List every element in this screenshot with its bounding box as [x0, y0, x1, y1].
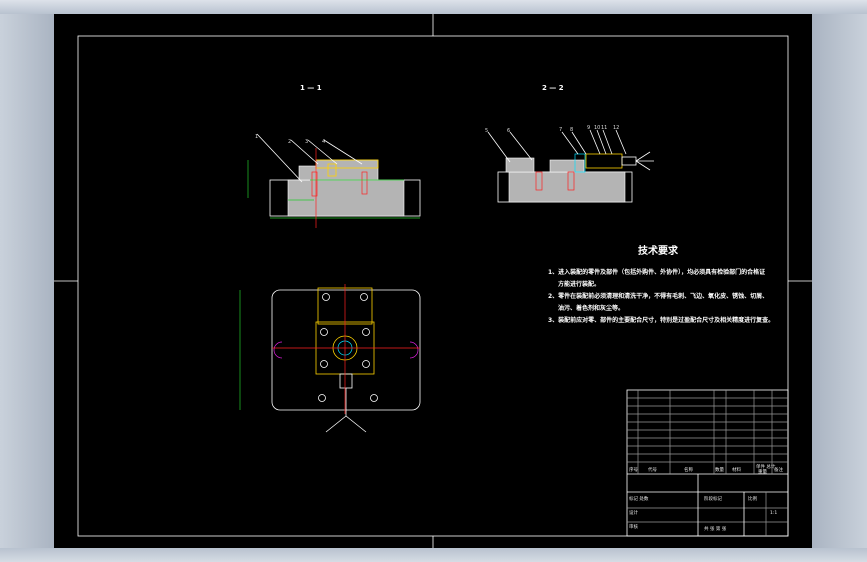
window-bezel-bottom: [0, 548, 867, 562]
side-handle-upper: [635, 151, 651, 162]
side-handle-lower: [635, 160, 651, 171]
technical-requirements: 技术要求 1、进入装配的零件及部件（包括外购件、外协件），均必须具有检验部门的合…: [548, 244, 774, 324]
window-bezel-left: [0, 14, 54, 562]
col-code: 代号: [648, 466, 657, 473]
side-screw-thread: [621, 156, 637, 166]
balloon-3: 3: [305, 139, 308, 145]
side-mid-block: [549, 159, 585, 173]
top-handle-left: [325, 415, 347, 433]
section-label-b: 2 — 2: [542, 84, 564, 92]
top-handle-right: [345, 415, 367, 433]
front-clamp-block: [315, 159, 379, 181]
top-left-slot: [273, 341, 283, 359]
notes-title: 技术要求: [638, 244, 679, 257]
balloon-7: 7: [559, 127, 562, 133]
note-line-1: 1、进入装配的零件及部件（包括外购件、外协件），均必须具有检验部门的合格证: [548, 268, 765, 276]
drawing-sheet: 1 — 1 2 — 2 1 2 3 4 5 6 7 8 9 10 11 12 技…: [54, 14, 812, 548]
window-bezel-top: [0, 0, 867, 14]
title-block-border: [626, 389, 789, 537]
row-design: 设计: [629, 509, 638, 516]
row-mark: 标记 处数: [629, 495, 649, 502]
col-qty: 数量: [715, 466, 724, 473]
balloon-12: 12: [613, 125, 619, 131]
balloon-10: 10: [594, 125, 600, 131]
row-scale: 比例: [748, 495, 757, 502]
leader-12: [615, 129, 627, 155]
side-left-block: [505, 157, 535, 173]
row-stage: 阶段标记: [704, 495, 722, 502]
row-sheet: 共 张 第 张: [704, 525, 727, 532]
top-bolt-6: [362, 360, 370, 368]
inner-frame-border: [77, 35, 789, 537]
col-remark: 备注: [774, 466, 783, 473]
top-bolt-8: [370, 394, 378, 402]
title-block: 序号 代号 名称 数量 材料 单件 总计 重量 备注 标记 处数 设计 审核 阶…: [626, 389, 789, 537]
front-section-view: 1 2 3 4: [247, 133, 421, 228]
col-weight: 单件 总计: [756, 463, 776, 470]
balloon-2: 2: [288, 139, 291, 145]
top-view: [239, 284, 421, 433]
note-line-1b: 方能进行装配。: [558, 280, 600, 288]
top-bolt-2: [360, 293, 368, 301]
note-line-2: 2、零件在装配前必须清理和清洗干净，不得有毛刺、飞边、氧化皮、锈蚀、切屑、: [548, 292, 768, 300]
scale-value: 1:1: [770, 510, 777, 516]
top-bolt-3: [320, 328, 328, 336]
top-bolt-5: [320, 360, 328, 368]
row-review: 审核: [629, 523, 638, 530]
section-label-a: 1 — 1: [300, 84, 322, 92]
leader-8: [571, 131, 587, 155]
top-bolt-7: [318, 394, 326, 402]
note-line-3: 3、装配前应对零、部件的主要配合尺寸，特别是过盈配合尺寸及相关精度进行复查。: [548, 316, 774, 324]
note-line-2b: 油污、着色剂和灰尘等。: [558, 304, 624, 312]
top-right-slot: [409, 341, 419, 359]
col-material: 材料: [732, 466, 741, 473]
balloon-9: 9: [587, 125, 590, 131]
front-body-section: [287, 179, 405, 217]
balloon-5: 5: [485, 128, 488, 134]
window-bezel-right: [812, 14, 867, 562]
col-mass: 重量: [758, 468, 767, 475]
balloon-8: 8: [570, 127, 573, 133]
drawing-frame: [54, 14, 812, 548]
balloon-4: 4: [322, 139, 325, 145]
side-body-section: [508, 171, 626, 203]
leader-5: [487, 131, 511, 163]
side-section-view: 5 6 7 8 9 10 11 12: [485, 125, 654, 203]
balloon-6: 6: [507, 128, 510, 134]
col-seq: 序号: [629, 466, 638, 473]
top-screw-boss: [339, 373, 353, 389]
side-nut-block: [585, 153, 623, 169]
leader-7: [561, 131, 579, 155]
top-bolt-1: [322, 293, 330, 301]
col-name: 名称: [684, 466, 693, 473]
balloon-11: 11: [601, 125, 607, 131]
cad-drawing-canvas[interactable]: 1 — 1 2 — 2 1 2 3 4 5 6 7 8 9 10 11 12 技…: [54, 14, 812, 548]
top-bolt-4: [362, 328, 370, 336]
leader-6: [509, 131, 533, 161]
leader-1: [256, 133, 303, 183]
balloon-1: 1: [255, 134, 258, 140]
